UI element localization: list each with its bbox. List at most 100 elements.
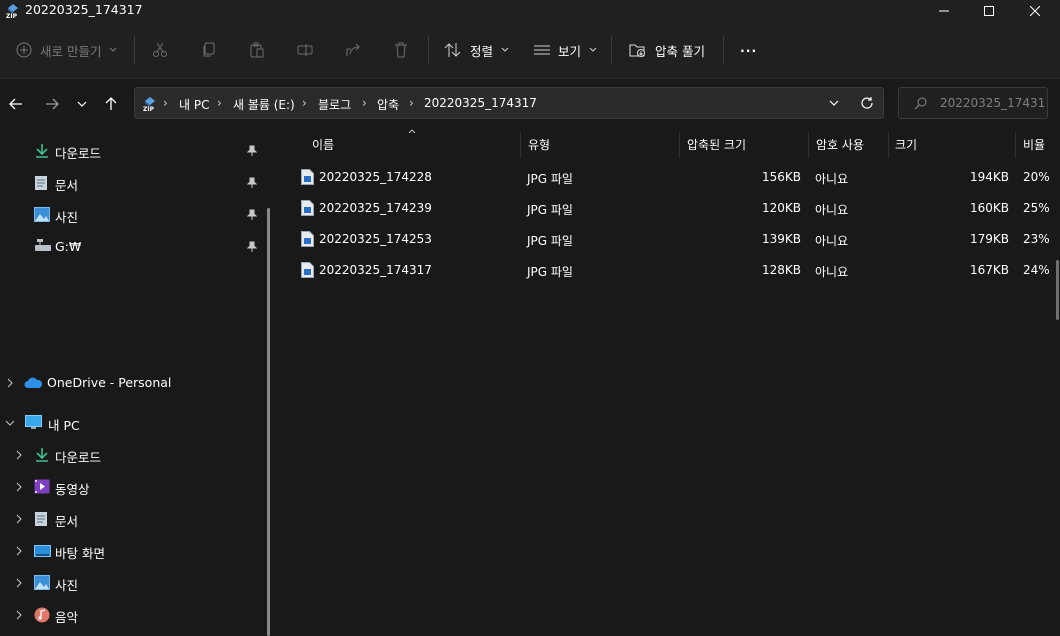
file-packed-size: 139KB [761,232,801,246]
chevron-right-icon[interactable] [7,378,13,388]
file-type: JPG 파일 [527,172,573,186]
extract-label: 압축 풀기 [655,43,705,59]
share-icon [345,42,361,58]
sort-button[interactable]: 정렬 [444,36,509,64]
command-bar: 새로 만들기 정렬 보기 압축 풀기 ··· [0,22,1060,79]
nav-quick-documents[interactable]: 문서 [0,170,262,196]
chevron-down-icon [77,101,87,107]
title-bar: ZIP 20220325_174317 [0,0,1060,22]
file-row[interactable]: 20220325_174317 JPG 파일 128KB 아니요 167KB 2… [296,255,1056,286]
chevron-down-icon [589,47,597,53]
column-header-size[interactable]: 크기 [895,136,917,158]
close-button[interactable] [1012,0,1058,22]
nav-label: 사진 [55,578,79,593]
file-password: 아니요 [815,203,849,217]
pictures-icon [34,575,50,590]
file-row[interactable]: 20220325_174239 JPG 파일 120KB 아니요 160KB 2… [296,193,1056,224]
column-header-name[interactable]: 이름 [312,136,334,158]
new-button[interactable]: 새로 만들기 [16,36,117,64]
paste-button[interactable] [249,36,265,64]
chevron-right-icon[interactable] [16,610,22,620]
pin-icon[interactable] [246,145,258,157]
address-history-dropdown[interactable] [829,100,839,106]
more-label: ··· [740,42,758,58]
chevron-down-icon[interactable] [5,420,15,426]
nav-pc-downloads[interactable]: 다운로드 [0,442,262,468]
pin-icon[interactable] [246,177,258,189]
nav-this-pc[interactable]: 내 PC [0,410,262,436]
column-header-password[interactable]: 암호 사용 [816,136,864,158]
view-button[interactable]: 보기 [534,36,597,64]
share-button[interactable] [345,36,361,64]
nav-pc-music[interactable]: 음악 [0,602,262,628]
copy-icon [201,42,217,58]
arrow-right-icon [45,98,59,110]
file-size: 194KB [969,170,1009,184]
breadcrumb-volume[interactable]: 새 볼륨 (E:) [233,96,295,113]
cut-button[interactable] [152,36,168,64]
download-icon [34,447,50,463]
maximize-button[interactable] [966,0,1012,22]
column-divider[interactable] [808,132,809,158]
chevron-right-icon[interactable] [16,514,22,524]
column-divider[interactable] [520,132,521,158]
rename-button[interactable] [297,36,313,64]
up-button[interactable] [99,92,123,116]
file-row[interactable]: 20220325_174253 JPG 파일 139KB 아니요 179KB 2… [296,224,1056,255]
nav-scrollbar[interactable] [267,208,270,636]
chevron-down-icon [829,100,839,106]
file-password: 아니요 [815,265,849,279]
content-scrollbar[interactable] [1056,260,1059,320]
nav-label: OneDrive - Personal [47,375,172,390]
nav-label: 음악 [55,610,79,625]
file-ratio: 25% [1023,201,1050,215]
file-row[interactable]: 20220325_174228 JPG 파일 156KB 아니요 194KB 2… [296,162,1056,193]
refresh-icon [860,96,874,110]
more-options-button[interactable]: ··· [740,36,757,64]
pictures-icon [34,207,50,222]
nav-label: 다운로드 [55,450,102,465]
forward-button[interactable] [40,92,64,116]
column-header-type[interactable]: 유형 [528,136,550,158]
back-button[interactable] [4,92,28,116]
pin-icon[interactable] [246,241,258,253]
copy-button[interactable] [201,36,217,64]
network-drive-icon [34,239,52,253]
nav-pc-videos[interactable]: 동영상 [0,474,262,500]
breadcrumb-pc[interactable]: 내 PC [179,96,209,113]
breadcrumb-zip[interactable]: 압축 [377,96,399,113]
column-divider[interactable] [1015,132,1016,158]
jpg-file-icon [301,169,314,185]
chevron-right-icon[interactable] [16,578,22,588]
file-name: 20220325_174253 [319,232,432,246]
file-ratio: 20% [1023,170,1050,184]
delete-button[interactable] [393,36,409,64]
chevron-right-icon[interactable] [16,546,22,556]
nav-quick-network-drive[interactable]: G:₩ [0,234,262,260]
column-divider[interactable] [888,132,889,158]
file-packed-size: 120KB [761,201,801,215]
column-header-packed-size[interactable]: 압축된 크기 [687,136,746,158]
column-divider[interactable] [679,132,680,158]
nav-onedrive[interactable]: OneDrive - Personal [0,370,262,396]
chevron-right-icon: › [163,96,168,110]
breadcrumb-blog[interactable]: 블로그 [318,96,351,113]
chevron-right-icon[interactable] [16,482,22,492]
jpg-file-icon [301,200,314,216]
download-icon [34,143,50,159]
file-size: 179KB [969,232,1009,246]
chevron-right-icon[interactable] [16,450,22,460]
breadcrumb-current[interactable]: 20220325_174317 [424,96,537,110]
nav-pc-documents[interactable]: 문서 [0,506,262,532]
nav-pc-pictures[interactable]: 사진 [0,570,262,596]
refresh-button[interactable] [860,96,874,110]
pin-icon[interactable] [246,209,258,221]
nav-pc-desktop[interactable]: 바탕 화면 [0,538,262,564]
recent-locations-button[interactable] [70,92,94,116]
nav-quick-pictures[interactable]: 사진 [0,202,262,228]
nav-quick-downloads[interactable]: 다운로드 [0,138,262,164]
minimize-button[interactable] [921,0,967,22]
column-header-ratio[interactable]: 비율 [1023,136,1045,158]
sort-icon [444,42,462,58]
extract-button[interactable]: 압축 풀기 [629,36,705,64]
